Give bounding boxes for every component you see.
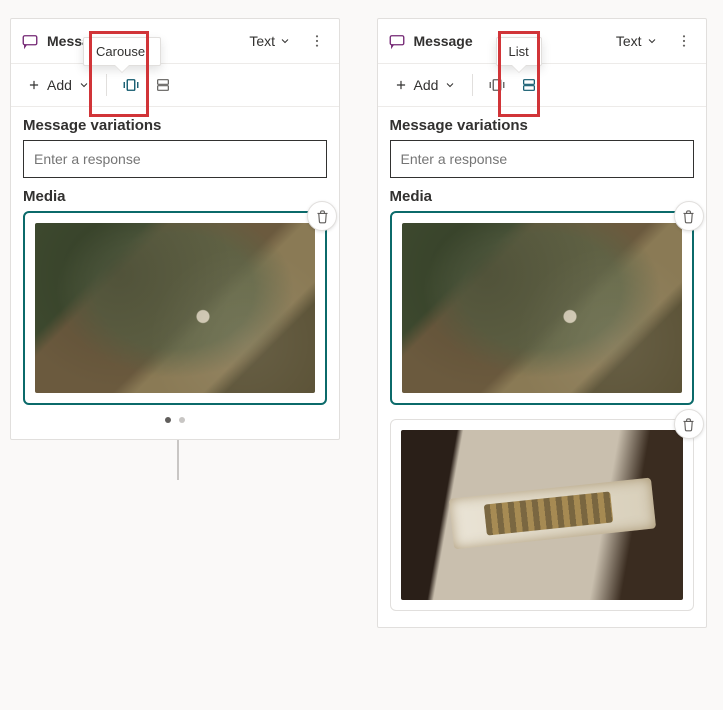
carousel-icon [122,77,140,93]
add-button[interactable]: Add [388,73,463,97]
separator [472,74,473,96]
delete-media-button[interactable] [307,201,337,231]
chevron-down-icon [279,35,291,47]
tooltip-carousel: Carousel [83,37,161,66]
media-thumbnail [35,223,315,393]
layout-carousel-button[interactable] [483,71,511,99]
media-card[interactable] [390,419,694,611]
text-type-dropdown[interactable]: Text [610,29,664,53]
add-label: Add [47,77,72,93]
more-button[interactable] [672,29,696,53]
pager-dot[interactable] [165,417,171,423]
panel-title: Message [414,33,473,49]
chevron-down-icon [444,79,456,91]
pager-dot[interactable] [179,417,185,423]
media-thumbnail [401,430,683,600]
message-icon [388,32,406,50]
media-card[interactable] [23,211,327,405]
trash-icon [315,209,330,224]
media-card[interactable] [390,211,694,405]
more-vertical-icon [676,33,692,49]
plus-icon [394,78,408,92]
carousel-icon [488,77,506,93]
plus-icon [27,78,41,92]
chevron-down-icon [78,79,90,91]
text-dd-label: Text [616,33,642,49]
list-icon [155,77,171,93]
variations-label: Message variations [23,117,327,134]
more-vertical-icon [309,33,325,49]
delete-media-button[interactable] [674,409,704,439]
trash-icon [681,209,696,224]
add-label: Add [414,77,439,93]
media-label: Media [23,188,327,205]
variations-label: Message variations [390,117,694,134]
layout-carousel-button[interactable] [117,71,145,99]
add-button[interactable]: Add [21,73,96,97]
text-dd-label: Text [249,33,275,49]
delete-media-button[interactable] [674,201,704,231]
message-icon [21,32,39,50]
media-thumbnail [402,223,682,393]
list-icon [521,77,537,93]
media-label: Media [390,188,694,205]
layout-list-button[interactable] [149,71,177,99]
trash-icon [681,417,696,432]
more-button[interactable] [305,29,329,53]
response-input[interactable] [23,140,327,178]
separator [106,74,107,96]
message-node-left: Message Text Carousel Add [10,18,340,440]
message-node-right: Message Text List Add [377,18,707,628]
tooltip-list: List [496,37,542,66]
layout-list-button[interactable] [515,71,543,99]
carousel-pager[interactable] [23,417,327,423]
text-type-dropdown[interactable]: Text [243,29,297,53]
chevron-down-icon [646,35,658,47]
flow-connector [177,440,179,480]
response-input[interactable] [390,140,694,178]
